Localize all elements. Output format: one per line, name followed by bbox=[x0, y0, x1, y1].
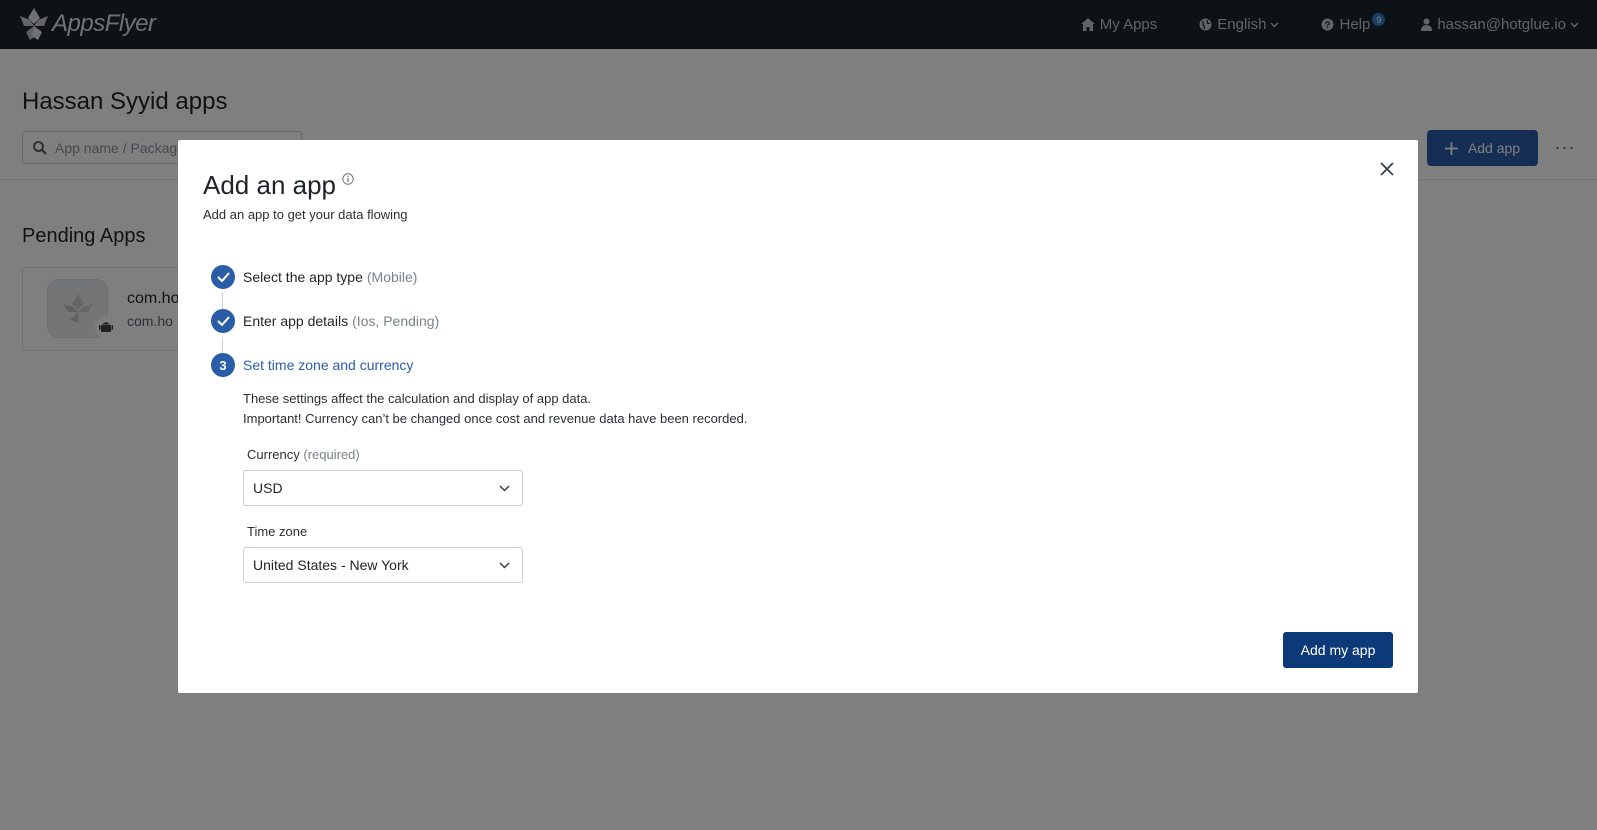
chevron-down-icon bbox=[499, 484, 510, 492]
add-app-modal: Add an app Add an app to get your data f… bbox=[178, 140, 1418, 693]
currency-value: USD bbox=[253, 480, 283, 496]
modal-title-text: Add an app bbox=[203, 170, 337, 200]
currency-select[interactable]: USD bbox=[243, 470, 523, 506]
required-indicator: (required) bbox=[303, 447, 360, 462]
step-label: Select the app type bbox=[243, 269, 363, 285]
close-modal-button[interactable] bbox=[1375, 157, 1399, 181]
timezone-select[interactable]: United States - New York bbox=[243, 547, 523, 583]
settings-note: These settings affect the calculation an… bbox=[243, 391, 592, 406]
add-my-app-button[interactable]: Add my app bbox=[1283, 632, 1393, 668]
step-number: 3 bbox=[211, 353, 235, 377]
currency-label: Currency (required) bbox=[247, 447, 360, 462]
modal-subtitle: Add an app to get your data flowing bbox=[203, 207, 408, 222]
step-enter-app-details: Enter app details (Ios, Pending) bbox=[211, 309, 439, 333]
step-time-zone-currency: 3 Set time zone and currency bbox=[211, 353, 413, 377]
step-label: Set time zone and currency bbox=[243, 357, 414, 373]
timezone-value: United States - New York bbox=[253, 557, 409, 573]
info-icon[interactable] bbox=[342, 173, 354, 185]
timezone-label: Time zone bbox=[247, 524, 308, 539]
chevron-down-icon bbox=[499, 561, 510, 569]
step-detail: (Ios, Pending) bbox=[352, 313, 440, 329]
currency-warning: Important! Currency can’t be changed onc… bbox=[243, 411, 748, 426]
step-complete-check-icon bbox=[211, 309, 235, 333]
step-label: Enter app details bbox=[243, 313, 349, 329]
currency-label-text: Currency bbox=[247, 447, 300, 462]
step-select-app-type: Select the app type (Mobile) bbox=[211, 265, 417, 289]
close-icon bbox=[1380, 162, 1394, 176]
modal-title: Add an app bbox=[203, 170, 354, 201]
step-detail: (Mobile) bbox=[366, 269, 418, 285]
step-complete-check-icon bbox=[211, 265, 235, 289]
